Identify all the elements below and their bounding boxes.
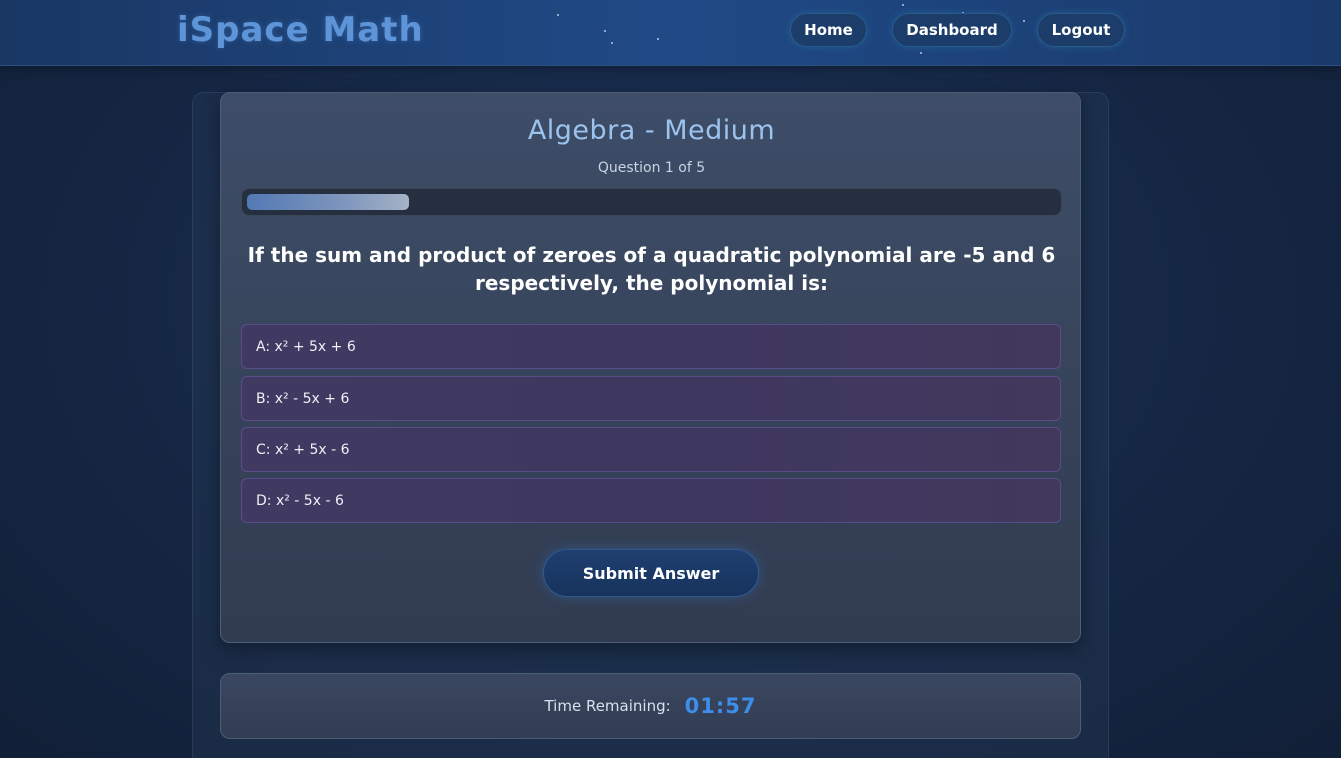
star-decoration <box>1023 20 1025 22</box>
timer-panel: Time Remaining: 01:57 <box>220 673 1081 739</box>
star-decoration <box>657 38 659 40</box>
star-decoration <box>920 52 922 54</box>
answer-option-b[interactable]: B: x² - 5x + 6 <box>241 376 1061 421</box>
quiz-title: Algebra - Medium <box>527 115 776 146</box>
nav-dashboard-button[interactable]: Dashboard <box>892 13 1012 47</box>
question-text: If the sum and product of zeroes of a qu… <box>247 243 1056 295</box>
star-decoration <box>604 30 606 32</box>
nav-home-button[interactable]: Home <box>790 13 867 47</box>
progress-bar <box>241 188 1062 216</box>
answer-option-a[interactable]: A: x² + 5x + 6 <box>241 324 1061 369</box>
answer-option-d[interactable]: D: x² - 5x - 6 <box>241 478 1061 523</box>
star-decoration <box>557 14 559 16</box>
top-navbar: iSpace Math Home Dashboard Logout <box>0 0 1341 66</box>
question-card: Algebra - Medium Question 1 of 5 If the … <box>220 92 1081 643</box>
timer-label: Time Remaining: <box>544 697 671 715</box>
question-counter: Question 1 of 5 <box>597 160 706 176</box>
timer-value: 01:57 <box>684 694 757 718</box>
star-decoration <box>611 42 613 44</box>
star-decoration <box>902 4 904 6</box>
nav-logout-button[interactable]: Logout <box>1037 13 1125 47</box>
app-logo[interactable]: iSpace Math <box>177 10 424 50</box>
progress-bar-fill <box>247 194 409 210</box>
submit-answer-button[interactable]: Submit Answer <box>543 549 759 597</box>
answer-option-c[interactable]: C: x² + 5x - 6 <box>241 427 1061 472</box>
